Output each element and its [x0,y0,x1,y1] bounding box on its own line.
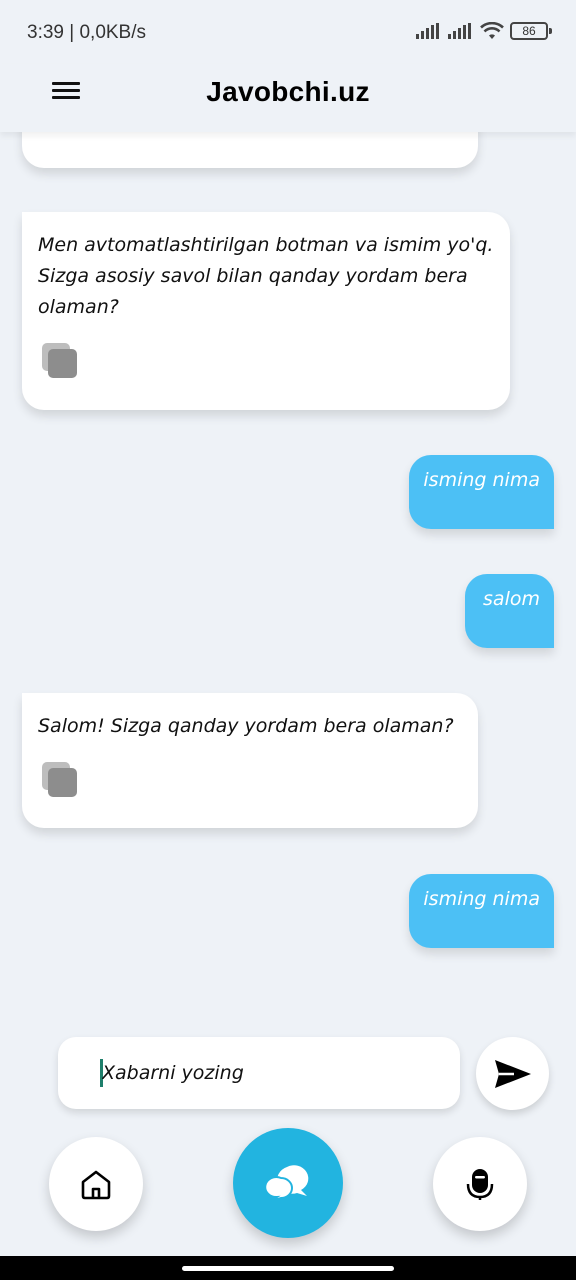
message-text: salom [483,588,540,610]
message-text: Men avtomatlashtirilgan botman va ismim … [38,234,494,318]
bot-message: Men avtomatlashtirilgan botman va ismim … [22,212,510,410]
bot-message [22,132,478,168]
signal-icon [448,23,471,39]
battery-icon: 86 [510,22,552,40]
chat-icon [265,1165,309,1202]
gesture-handle[interactable] [182,1266,394,1271]
microphone-button[interactable] [433,1137,527,1231]
wifi-icon [480,22,504,39]
message-input-container[interactable] [58,1037,460,1109]
status-bar: 3:39 | 0,0KB/s 86 [0,0,576,64]
app-bar: Javobchi.uz [0,64,576,132]
user-message: isming nima [409,455,554,529]
bot-message: Salom! Sizga qanday yordam bera olaman? [22,693,478,828]
user-message: isming nima [409,874,554,948]
microphone-icon [466,1169,494,1200]
message-text: isming nima [423,888,540,910]
send-button[interactable] [476,1037,549,1110]
system-navigation-bar [0,1256,576,1280]
message-text: Salom! Sizga qanday yordam bera olaman? [38,715,454,737]
copy-icon[interactable] [42,762,80,800]
signal-icon [416,23,439,39]
user-message: salom [465,574,554,648]
home-button[interactable] [49,1137,143,1231]
page-title: Javobchi.uz [206,76,370,107]
send-icon [494,1059,531,1088]
home-icon [81,1170,111,1200]
chat-messages[interactable]: Men avtomatlashtirilgan botman va ismim … [0,132,576,1022]
copy-icon[interactable] [42,343,80,381]
message-text: isming nima [423,469,540,491]
chat-button[interactable] [233,1128,343,1238]
status-time: 3:39 | 0,0KB/s [27,22,147,43]
status-icons: 86 [416,22,552,40]
message-input[interactable] [102,1037,442,1109]
